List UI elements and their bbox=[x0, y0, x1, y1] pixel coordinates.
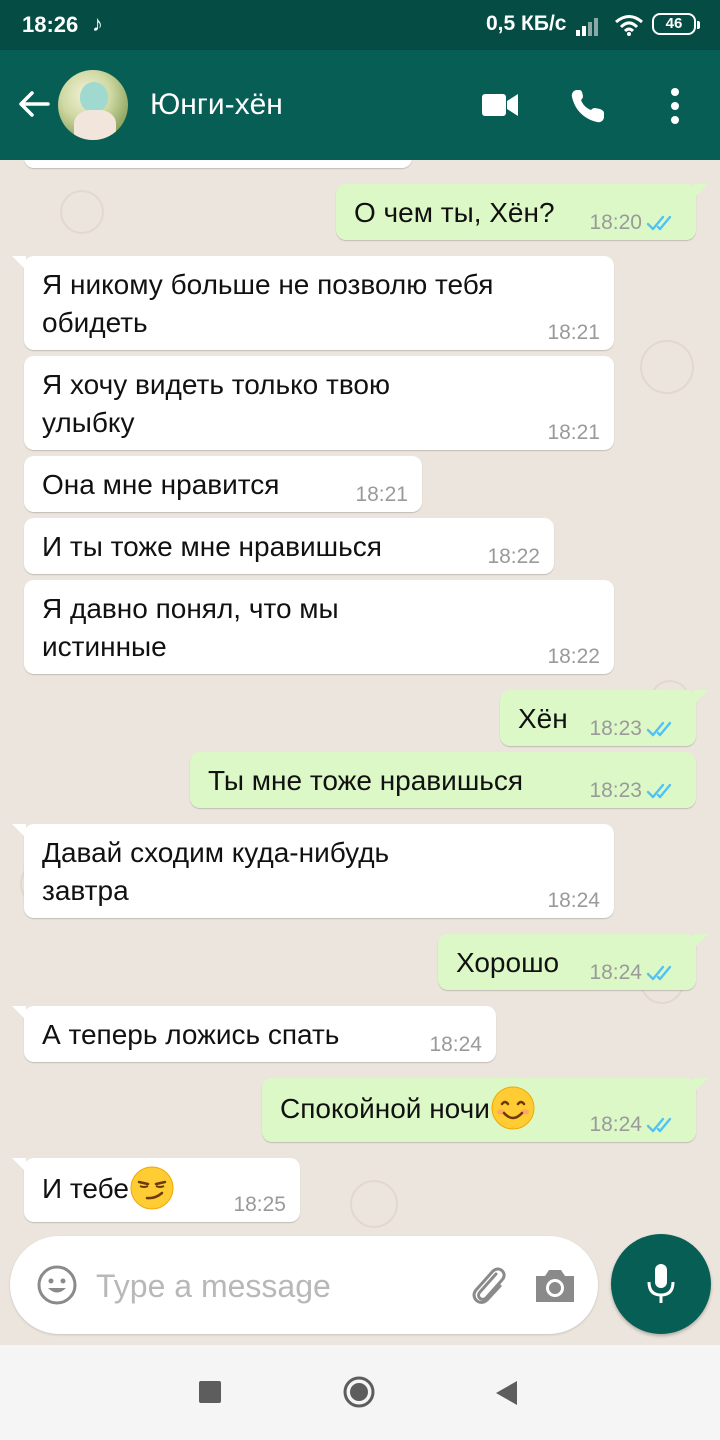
back-triangle-icon[interactable] bbox=[493, 1379, 519, 1407]
message-bubble-outgoing[interactable]: Ты мне тоже нравишься 18:23 bbox=[190, 752, 696, 808]
message-text: Она мне нравится bbox=[42, 469, 280, 500]
message-time: 18:24 bbox=[589, 961, 642, 984]
read-ticks-icon bbox=[646, 1117, 672, 1133]
message-bubble-incoming[interactable]: Я никому больше не позволю тебя обидеть … bbox=[12, 256, 614, 350]
more-vert-icon[interactable] bbox=[660, 84, 690, 128]
message-text: А теперь ложись спать bbox=[42, 1019, 340, 1050]
message-bubble-incoming[interactable]: И тебе 18:25 bbox=[12, 1158, 300, 1222]
read-ticks-icon bbox=[646, 721, 672, 737]
battery-icon: 46 bbox=[652, 13, 700, 35]
video-call-icon[interactable] bbox=[480, 90, 520, 120]
message-bubble-incoming[interactable]: Я хочу видеть только твою улыбку 18:21 bbox=[24, 356, 614, 450]
status-time: 18:26 bbox=[22, 12, 79, 37]
message-time: 18:21 bbox=[547, 321, 600, 344]
mic-button[interactable] bbox=[611, 1234, 711, 1334]
navigation-bar bbox=[0, 1345, 720, 1440]
message-text: И ты тоже мне нравишься bbox=[42, 531, 382, 562]
bubble-tail bbox=[694, 1078, 708, 1092]
message-bubble-incoming[interactable]: Я давно понял, что мы истинные 18:22 bbox=[24, 580, 614, 674]
chat-area[interactable]: О чем ты, Хён? 18:20 Я никому больше не … bbox=[0, 160, 720, 1345]
message-text: Хорошо bbox=[456, 947, 560, 978]
bubble-tail bbox=[694, 934, 708, 948]
bubble-tail bbox=[694, 184, 708, 198]
message-time: 18:25 bbox=[233, 1193, 286, 1216]
camera-icon[interactable] bbox=[532, 1266, 578, 1306]
message-bubble-outgoing[interactable]: Хён 18:23 bbox=[500, 690, 708, 746]
attach-icon[interactable] bbox=[466, 1262, 510, 1308]
read-ticks-icon bbox=[646, 783, 672, 799]
message-text: Я никому больше не позволю тебя обидеть bbox=[42, 269, 494, 338]
message-time: 18:20 bbox=[589, 211, 642, 234]
message-bubble-incoming[interactable]: Она мне нравится 18:21 bbox=[24, 456, 422, 512]
mic-icon bbox=[647, 1264, 675, 1303]
message-bubble-incoming[interactable]: И ты тоже мне нравишься 18:22 bbox=[24, 518, 554, 574]
message-text: Я хочу видеть только твою улыбку bbox=[42, 369, 390, 438]
message-text: Давай сходим куда-нибудь завтра bbox=[42, 837, 390, 906]
signal-icon bbox=[576, 18, 598, 36]
bubble-tail bbox=[12, 256, 26, 270]
message-time: 18:22 bbox=[547, 645, 600, 668]
read-ticks-icon bbox=[646, 965, 672, 981]
read-ticks-icon bbox=[646, 215, 672, 231]
smiling-face-icon bbox=[491, 1086, 535, 1130]
message-bubble-outgoing[interactable]: Хорошо 18:24 bbox=[438, 934, 708, 990]
message-time: 18:22 bbox=[487, 545, 540, 568]
bubble-tail bbox=[12, 1158, 26, 1172]
tiktok-icon: ♪ bbox=[92, 11, 103, 36]
home-circle-icon[interactable] bbox=[343, 1376, 375, 1408]
network-speed: 0,5 КБ/с bbox=[486, 12, 567, 35]
message-time: 18:21 bbox=[547, 421, 600, 444]
bubble-tail bbox=[12, 1006, 26, 1020]
message-bubble-incoming[interactable]: А теперь ложись спать 18:24 bbox=[12, 1006, 496, 1062]
wallpaper-doodle bbox=[640, 340, 694, 394]
phone-icon[interactable] bbox=[568, 86, 608, 126]
message-text: Я давно понял, что мы истинные bbox=[42, 593, 339, 662]
message-bubble-incoming[interactable]: Давай сходим куда-нибудь завтра 18:24 bbox=[12, 824, 614, 918]
back-arrow-icon[interactable] bbox=[14, 84, 54, 124]
message-bubble-outgoing[interactable]: Спокойной ночи 18:24 bbox=[262, 1078, 708, 1142]
message-input[interactable] bbox=[94, 1260, 438, 1312]
message-composer bbox=[10, 1236, 598, 1334]
wallpaper-doodle bbox=[350, 1180, 398, 1228]
message-time: 18:21 bbox=[355, 483, 408, 506]
wallpaper-doodle bbox=[60, 190, 104, 234]
message-text: И тебе bbox=[42, 1173, 129, 1204]
message-time: 18:24 bbox=[547, 889, 600, 912]
message-time: 18:23 bbox=[589, 779, 642, 802]
message-time: 18:24 bbox=[589, 1113, 642, 1136]
bubble-tail bbox=[694, 690, 708, 704]
contact-avatar[interactable] bbox=[58, 70, 128, 140]
message-text: Ты мне тоже нравишься bbox=[208, 765, 524, 796]
message-bubble-outgoing[interactable]: О чем ты, Хён? 18:20 bbox=[336, 184, 708, 240]
message-bubble-cut bbox=[24, 160, 412, 168]
chat-header: Юнги-хён bbox=[0, 50, 720, 160]
message-text: Хён bbox=[518, 703, 568, 734]
emoji-icon[interactable] bbox=[36, 1264, 78, 1306]
recents-square-icon[interactable] bbox=[199, 1381, 221, 1403]
message-time: 18:23 bbox=[589, 717, 642, 740]
message-text: Спокойной ночи bbox=[280, 1093, 490, 1124]
message-time: 18:24 bbox=[429, 1033, 482, 1056]
message-text: О чем ты, Хён? bbox=[354, 197, 555, 228]
wifi-icon bbox=[615, 15, 643, 36]
status-bar: 18:26 ♪ 0,5 КБ/с 46 bbox=[0, 0, 720, 50]
smirking-face-icon bbox=[130, 1166, 174, 1210]
contact-name[interactable]: Юнги-хён bbox=[150, 88, 283, 122]
bubble-tail bbox=[12, 824, 26, 838]
